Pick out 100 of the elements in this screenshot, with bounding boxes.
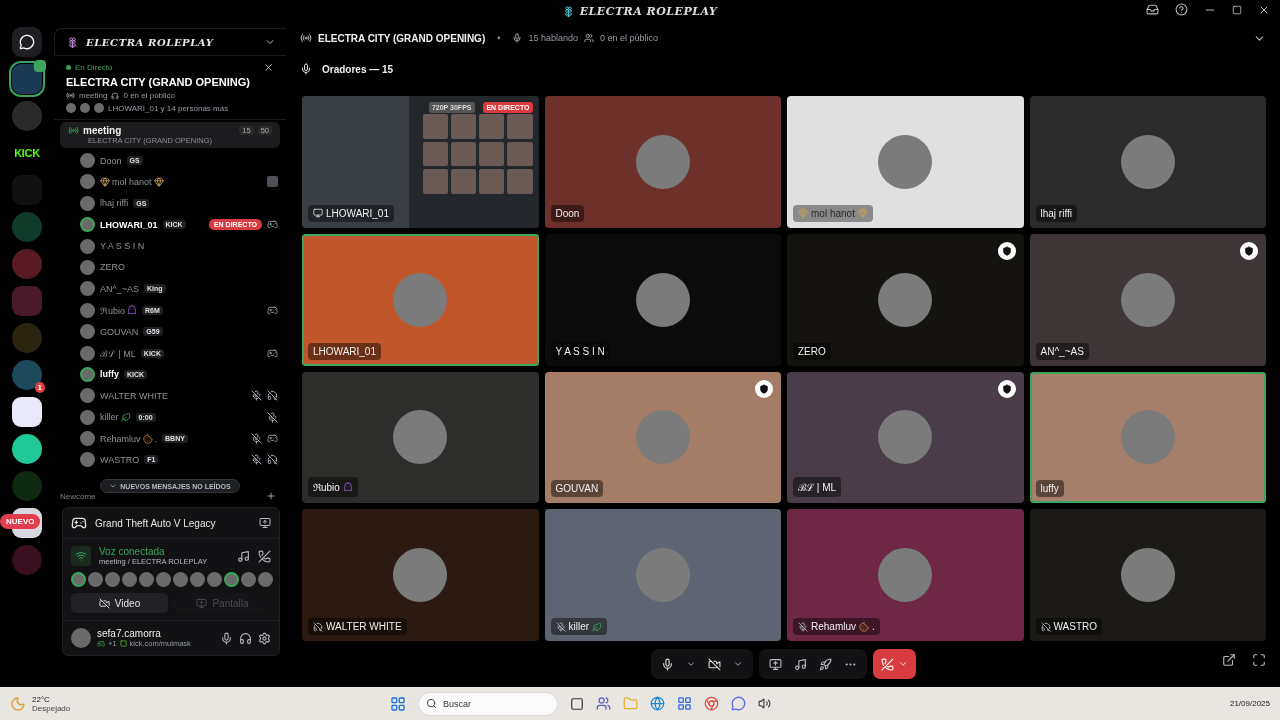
video-off-icon[interactable]	[707, 657, 721, 671]
search-field[interactable]: Buscar	[418, 691, 558, 716]
volume-icon[interactable]	[758, 697, 771, 710]
member-name: Y A S S I N	[100, 241, 145, 252]
fullscreen-icon[interactable]	[1252, 653, 1266, 667]
stage-icon	[300, 32, 312, 44]
stage-title: ELECTRA CITY (GRAND OPENING)	[66, 76, 251, 88]
server-icon	[67, 36, 78, 48]
home-button[interactable]	[12, 27, 42, 57]
participant-name: ℬℒ | ML	[798, 481, 837, 495]
participant-tile[interactable]: lhaj riffi	[1029, 96, 1266, 228]
separator-dot: •	[497, 33, 501, 43]
video-thumbnail	[507, 141, 533, 167]
participant-name: lhaj riffi	[1040, 207, 1072, 219]
member-name: lhaj riffi	[100, 198, 129, 209]
participant-tile[interactable]: WASTRO	[1029, 509, 1266, 641]
channel-name: meeting	[79, 91, 108, 100]
voice-status: Voz conectada	[99, 546, 166, 558]
screen-icon	[196, 597, 208, 609]
participant-tile[interactable]: AN^_~AS	[1029, 233, 1266, 366]
participant-tile[interactable]: ZERO	[787, 233, 1024, 366]
microphone-icon[interactable]	[660, 657, 674, 671]
participant-tile[interactable]: Doon	[544, 96, 781, 228]
chat-bubble-icon[interactable]	[731, 696, 746, 711]
participant-name: LHOWARI_01	[326, 207, 389, 219]
stream-icon[interactable]	[259, 517, 271, 530]
server-button[interactable]	[12, 397, 42, 427]
task-view-icon[interactable]	[570, 696, 584, 711]
username: sefa7.camorra	[97, 628, 162, 640]
microphone-icon[interactable]	[220, 631, 233, 645]
participant-tile[interactable]: luffy	[1029, 371, 1266, 504]
server-button[interactable]: KICK	[12, 138, 42, 168]
popout-icon[interactable]	[1222, 653, 1236, 667]
speaking-count: 15 hablando	[528, 33, 578, 43]
disconnect-button[interactable]	[872, 649, 916, 679]
search-icon	[426, 697, 437, 709]
user-avatar[interactable]	[71, 628, 91, 649]
video-thumbnail	[507, 169, 533, 194]
category-name[interactable]: Newcome	[60, 491, 266, 501]
disconnect-icon[interactable]	[258, 549, 271, 563]
member-row[interactable]: WALTER WHITE	[80, 386, 278, 406]
phone-icon	[880, 657, 894, 671]
video-thumbnail	[479, 114, 505, 139]
video-button[interactable]: Video	[71, 593, 168, 614]
member-row[interactable]: mol hanot	[80, 172, 278, 192]
live-dot	[66, 65, 71, 70]
member-name-end: .	[154, 433, 158, 444]
close-icon[interactable]	[263, 62, 274, 73]
member-name: killer	[100, 412, 119, 423]
participants-text: LHOWARI_01 y 14 personas más	[108, 103, 229, 113]
start-icon[interactable]	[390, 695, 406, 712]
speakers-heading: Oradores — 15	[322, 63, 394, 75]
window-title: ELECTRA ROLEPLAY	[579, 4, 718, 18]
member-row[interactable]: Y A S S I N	[80, 236, 278, 256]
member-name: Rehamluv	[100, 433, 141, 444]
participant-tile[interactable]: GOUVAN	[544, 371, 781, 504]
member-row[interactable]: ZERO	[80, 257, 278, 277]
participant-tile[interactable]: Y A S S I N	[544, 233, 781, 366]
headphones-icon[interactable]	[239, 631, 252, 645]
screen-share-icon[interactable]	[768, 657, 782, 671]
participant-tile[interactable]: WALTER WHITE	[302, 509, 539, 641]
member-name: ℬℒ | ML	[100, 347, 136, 360]
member-name: GOUVAN	[100, 326, 139, 337]
settings-icon[interactable]	[258, 631, 271, 645]
participant-tile[interactable]: LHOWARI_01	[302, 233, 539, 366]
participant-name: killer	[568, 621, 590, 632]
participant-tile[interactable]: killer	[544, 509, 781, 641]
mention-badge: 1	[34, 382, 45, 393]
activity-icon[interactable]	[818, 657, 832, 671]
maximize-icon[interactable]	[1232, 4, 1242, 15]
headphones-icon	[111, 91, 120, 100]
help-icon[interactable]	[1175, 3, 1188, 16]
participant-name: WASTRO	[1053, 621, 1097, 632]
soundboard-icon[interactable]	[237, 549, 250, 563]
stage-title: ELECTRA CITY (GRAND OPENING)	[318, 32, 486, 44]
member-name: ZERO	[100, 262, 125, 273]
teams-icon[interactable]	[596, 696, 611, 711]
participant-tile[interactable]: ℬℒ | ML	[787, 371, 1024, 504]
store-icon[interactable]	[677, 696, 692, 711]
participant-tile[interactable]: mol hanot	[787, 96, 1024, 228]
participant-name: ℜubio	[313, 481, 340, 495]
participant-name: Y A S S I N	[555, 345, 605, 357]
participant-name: mol hanot	[811, 207, 855, 219]
browser-icon[interactable]	[650, 696, 665, 711]
soundboard-icon[interactable]	[793, 657, 807, 671]
server-button[interactable]	[12, 64, 42, 94]
chevron-icon[interactable]	[732, 659, 743, 669]
chrome-icon[interactable]	[704, 696, 719, 711]
server-button[interactable]	[12, 434, 42, 464]
inbox-icon[interactable]	[1146, 3, 1159, 16]
video-thumbnail	[479, 169, 505, 194]
video-thumbnail	[450, 169, 476, 194]
weather-condition: Despejado	[32, 703, 71, 713]
participant-tile[interactable]: ℜubio	[302, 371, 539, 504]
participant-tile[interactable]: Rehamluv .	[787, 509, 1024, 641]
add-icon[interactable]	[266, 491, 276, 502]
gamepad-icon	[97, 639, 105, 648]
new-label: NUEVO	[0, 514, 41, 529]
moon-icon	[10, 695, 26, 712]
chevron-icon[interactable]	[685, 659, 696, 669]
